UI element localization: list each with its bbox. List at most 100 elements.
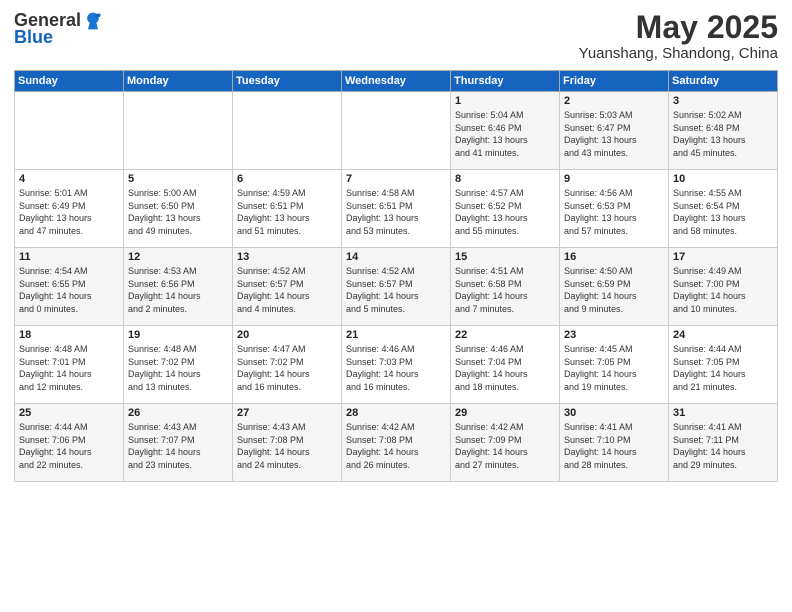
calendar-cell: 5 Sunrise: 5:00 AM Sunset: 6:50 PM Daylig… (124, 170, 233, 248)
calendar-cell: 10 Sunrise: 4:55 AM Sunset: 6:54 PM Dayli… (669, 170, 778, 248)
calendar-cell: 15 Sunrise: 4:51 AM Sunset: 6:58 PM Dayli… (451, 248, 560, 326)
calendar-cell: 21 Sunrise: 4:46 AM Sunset: 7:03 PM Dayli… (342, 326, 451, 404)
day-number: 19 (128, 329, 228, 341)
logo-bird-icon (83, 11, 103, 31)
day-number: 24 (673, 329, 773, 341)
calendar-cell: 6 Sunrise: 4:59 AM Sunset: 6:51 PM Daylig… (233, 170, 342, 248)
day-info: Sunrise: 5:00 AM Sunset: 6:50 PM Dayligh… (128, 187, 228, 237)
title-section: May 2025 Yuanshang, Shandong, China (579, 10, 778, 62)
day-info: Sunrise: 4:43 AM Sunset: 7:08 PM Dayligh… (237, 421, 337, 471)
day-info: Sunrise: 4:58 AM Sunset: 6:51 PM Dayligh… (346, 187, 446, 237)
logo: General Blue (14, 10, 103, 48)
calendar-cell (124, 92, 233, 170)
col-monday: Monday (124, 71, 233, 92)
calendar-cell: 25Sunrise: 4:44 AM Sunset: 7:06 PM Dayli… (15, 404, 124, 482)
day-info: Sunrise: 4:51 AM Sunset: 6:58 PM Dayligh… (455, 265, 555, 315)
calendar-table: Sunday Monday Tuesday Wednesday Thursday… (14, 70, 778, 482)
day-number: 9 (564, 173, 664, 185)
calendar-cell: 18Sunrise: 4:48 AM Sunset: 7:01 PM Dayli… (15, 326, 124, 404)
logo-blue: Blue (14, 27, 53, 48)
calendar-cell: 3 Sunrise: 5:02 AM Sunset: 6:48 PM Daylig… (669, 92, 778, 170)
calendar-cell (342, 92, 451, 170)
day-number: 12 (128, 251, 228, 263)
day-number: 26 (128, 407, 228, 419)
calendar-cell: 22Sunrise: 4:46 AM Sunset: 7:04 PM Dayli… (451, 326, 560, 404)
calendar-cell: 17Sunrise: 4:49 AM Sunset: 7:00 PM Dayli… (669, 248, 778, 326)
day-info: Sunrise: 4:45 AM Sunset: 7:05 PM Dayligh… (564, 343, 664, 393)
day-info: Sunrise: 4:55 AM Sunset: 6:54 PM Dayligh… (673, 187, 773, 237)
calendar-cell: 29 Sunrise: 4:42 AM Sunset: 7:09 PM Dayli… (451, 404, 560, 482)
day-number: 6 (237, 173, 337, 185)
col-tuesday: Tuesday (233, 71, 342, 92)
calendar-cell: 24 Sunrise: 4:44 AM Sunset: 7:05 PM Dayli… (669, 326, 778, 404)
day-number: 1 (455, 95, 555, 107)
day-info: Sunrise: 4:52 AM Sunset: 6:57 PM Dayligh… (237, 265, 337, 315)
day-number: 28 (346, 407, 446, 419)
month-title: May 2025 (579, 10, 778, 45)
day-number: 18 (19, 329, 119, 341)
day-number: 30 (564, 407, 664, 419)
day-number: 15 (455, 251, 555, 263)
day-number: 27 (237, 407, 337, 419)
day-info: Sunrise: 4:42 AM Sunset: 7:08 PM Dayligh… (346, 421, 446, 471)
day-info: Sunrise: 4:59 AM Sunset: 6:51 PM Dayligh… (237, 187, 337, 237)
day-info: Sunrise: 4:46 AM Sunset: 7:04 PM Dayligh… (455, 343, 555, 393)
col-saturday: Saturday (669, 71, 778, 92)
col-wednesday: Wednesday (342, 71, 451, 92)
week-row-2: 4Sunrise: 5:01 AM Sunset: 6:49 PM Daylig… (15, 170, 778, 248)
header-row: Sunday Monday Tuesday Wednesday Thursday… (15, 71, 778, 92)
day-number: 25 (19, 407, 119, 419)
day-number: 21 (346, 329, 446, 341)
day-number: 5 (128, 173, 228, 185)
day-number: 16 (564, 251, 664, 263)
day-info: Sunrise: 4:54 AM Sunset: 6:55 PM Dayligh… (19, 265, 119, 315)
calendar-cell: 31 Sunrise: 4:41 AM Sunset: 7:11 PM Dayli… (669, 404, 778, 482)
day-info: Sunrise: 4:57 AM Sunset: 6:52 PM Dayligh… (455, 187, 555, 237)
location-title: Yuanshang, Shandong, China (579, 45, 778, 62)
calendar-cell: 8Sunrise: 4:57 AM Sunset: 6:52 PM Daylig… (451, 170, 560, 248)
week-row-3: 11 Sunrise: 4:54 AM Sunset: 6:55 PM Dayli… (15, 248, 778, 326)
day-number: 29 (455, 407, 555, 419)
calendar-cell: 26Sunrise: 4:43 AM Sunset: 7:07 PM Dayli… (124, 404, 233, 482)
week-row-1: 1 Sunrise: 5:04 AM Sunset: 6:46 PM Daylig… (15, 92, 778, 170)
day-info: Sunrise: 5:02 AM Sunset: 6:48 PM Dayligh… (673, 109, 773, 159)
day-info: Sunrise: 4:53 AM Sunset: 6:56 PM Dayligh… (128, 265, 228, 315)
calendar-cell: 19Sunrise: 4:48 AM Sunset: 7:02 PM Dayli… (124, 326, 233, 404)
week-row-4: 18Sunrise: 4:48 AM Sunset: 7:01 PM Dayli… (15, 326, 778, 404)
day-number: 11 (19, 251, 119, 263)
day-info: Sunrise: 5:03 AM Sunset: 6:47 PM Dayligh… (564, 109, 664, 159)
page-container: General Blue May 2025 Yuanshang, Shandon… (0, 0, 792, 612)
day-info: Sunrise: 4:41 AM Sunset: 7:10 PM Dayligh… (564, 421, 664, 471)
day-number: 3 (673, 95, 773, 107)
calendar-cell: 23 Sunrise: 4:45 AM Sunset: 7:05 PM Dayli… (560, 326, 669, 404)
day-info: Sunrise: 4:52 AM Sunset: 6:57 PM Dayligh… (346, 265, 446, 315)
calendar-cell (15, 92, 124, 170)
calendar-cell: 7 Sunrise: 4:58 AM Sunset: 6:51 PM Daylig… (342, 170, 451, 248)
calendar-cell: 11 Sunrise: 4:54 AM Sunset: 6:55 PM Dayli… (15, 248, 124, 326)
day-info: Sunrise: 5:04 AM Sunset: 6:46 PM Dayligh… (455, 109, 555, 159)
day-info: Sunrise: 4:46 AM Sunset: 7:03 PM Dayligh… (346, 343, 446, 393)
day-number: 20 (237, 329, 337, 341)
day-info: Sunrise: 4:47 AM Sunset: 7:02 PM Dayligh… (237, 343, 337, 393)
calendar-cell: 27 Sunrise: 4:43 AM Sunset: 7:08 PM Dayli… (233, 404, 342, 482)
day-number: 14 (346, 251, 446, 263)
day-info: Sunrise: 4:56 AM Sunset: 6:53 PM Dayligh… (564, 187, 664, 237)
day-info: Sunrise: 4:41 AM Sunset: 7:11 PM Dayligh… (673, 421, 773, 471)
col-thursday: Thursday (451, 71, 560, 92)
calendar-cell (233, 92, 342, 170)
calendar-cell: 1 Sunrise: 5:04 AM Sunset: 6:46 PM Daylig… (451, 92, 560, 170)
day-number: 17 (673, 251, 773, 263)
day-info: Sunrise: 4:44 AM Sunset: 7:05 PM Dayligh… (673, 343, 773, 393)
day-info: Sunrise: 4:42 AM Sunset: 7:09 PM Dayligh… (455, 421, 555, 471)
day-number: 7 (346, 173, 446, 185)
day-number: 31 (673, 407, 773, 419)
calendar-cell: 12 Sunrise: 4:53 AM Sunset: 6:56 PM Dayli… (124, 248, 233, 326)
day-number: 4 (19, 173, 119, 185)
day-number: 23 (564, 329, 664, 341)
day-number: 13 (237, 251, 337, 263)
calendar-cell: 30 Sunrise: 4:41 AM Sunset: 7:10 PM Dayli… (560, 404, 669, 482)
calendar-cell: 20 Sunrise: 4:47 AM Sunset: 7:02 PM Dayli… (233, 326, 342, 404)
day-number: 10 (673, 173, 773, 185)
header: General Blue May 2025 Yuanshang, Shandon… (14, 10, 778, 62)
col-friday: Friday (560, 71, 669, 92)
